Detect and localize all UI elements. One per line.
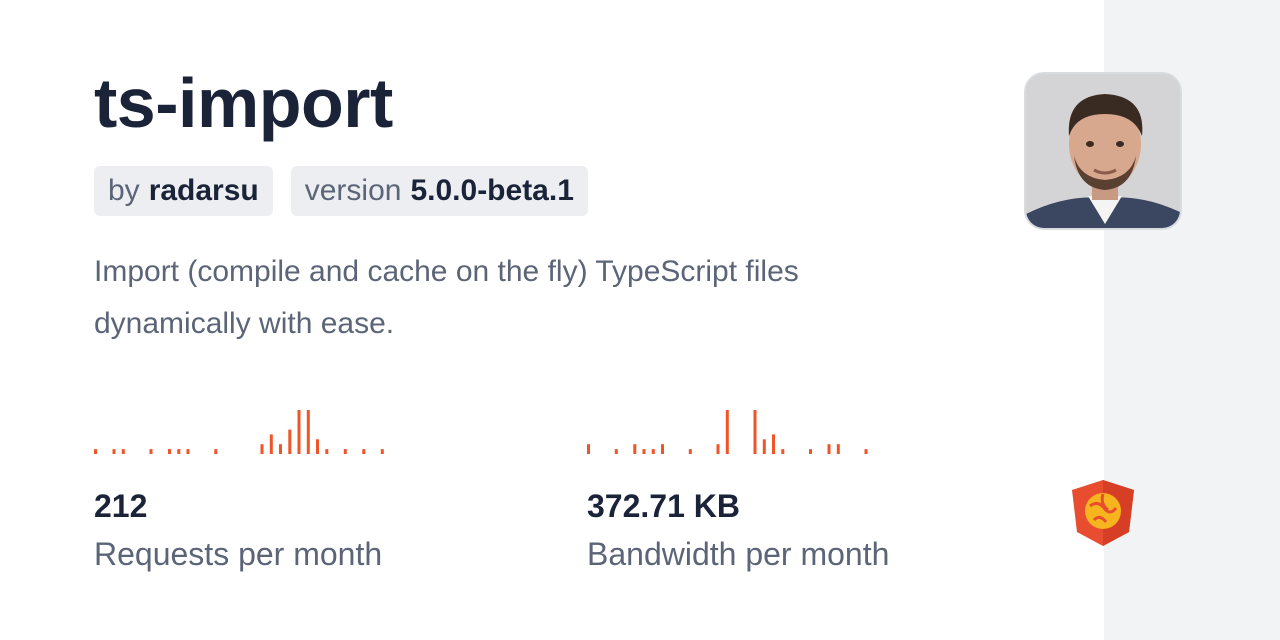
version-label: version [304, 174, 402, 207]
sparkline-bar [716, 444, 720, 454]
author-label: by [108, 174, 140, 207]
avatar-portrait-icon [1026, 74, 1180, 228]
jsdelivr-logo-icon [1072, 480, 1134, 546]
bandwidth-label: Bandwidth per month [587, 536, 890, 572]
sparkline-bar [762, 439, 766, 454]
author-name: radarsu [148, 174, 259, 207]
sparkline-bar [186, 449, 190, 454]
sparkline-bar [651, 449, 655, 454]
sparkline-bar [633, 444, 637, 454]
version-value: 5.0.0-beta.1 [410, 174, 574, 207]
package-title: ts-import [94, 64, 393, 142]
requests-value: 212 [94, 488, 148, 524]
sparkline-bar [279, 444, 282, 454]
sparkline-bar [362, 449, 366, 454]
sparkline-bar [149, 449, 153, 454]
requests-sparkline [94, 400, 390, 456]
sparkline-bar [343, 449, 347, 454]
sparkline-bar [753, 410, 757, 454]
bandwidth-sparkline [587, 400, 883, 456]
sparkline-bar [260, 444, 264, 454]
requests-label: Requests per month [94, 536, 383, 572]
author-avatar [1024, 72, 1182, 230]
version-chip[interactable]: version 5.0.0-beta.1 [290, 166, 588, 216]
sparkline-bar [614, 449, 618, 454]
sparkline-bar [316, 439, 319, 454]
sparkline-bar [642, 449, 646, 454]
sparkline-bar [688, 449, 692, 454]
sparkline-bar [297, 410, 301, 454]
sparkline-bar [168, 449, 171, 454]
sparkline-bar [836, 444, 840, 454]
sparkline-bar [325, 449, 329, 454]
sparkline-bar [772, 434, 775, 454]
author-chip[interactable]: by radarsu [94, 166, 273, 216]
sparkline-bar [781, 449, 785, 454]
meta-chips: by radarsu version 5.0.0-beta.1 [94, 166, 588, 216]
requests-sparkline-svg [94, 410, 384, 454]
sparkline-bar [177, 449, 181, 454]
sparkline-bar [121, 449, 125, 454]
bandwidth-value: 372.71 KB [587, 488, 740, 524]
sparkline-bar [94, 449, 97, 454]
sparkline-bar [112, 449, 116, 454]
sparkline-bar [306, 410, 310, 454]
sparkline-bar [288, 429, 292, 454]
sparkline-bar [269, 434, 273, 454]
sparkline-bar [809, 449, 812, 454]
sparkline-bar [661, 444, 664, 454]
sparkline-bar [380, 449, 384, 454]
bandwidth-sparkline-svg [587, 410, 868, 454]
sparkline-bar [864, 449, 868, 454]
sparkline-bar [587, 444, 590, 454]
sparkline-bar [827, 444, 831, 454]
package-description: Import (compile and cache on the fly) Ty… [94, 255, 799, 340]
sparkline-bar [725, 410, 729, 454]
sparkline-bar [214, 449, 218, 454]
